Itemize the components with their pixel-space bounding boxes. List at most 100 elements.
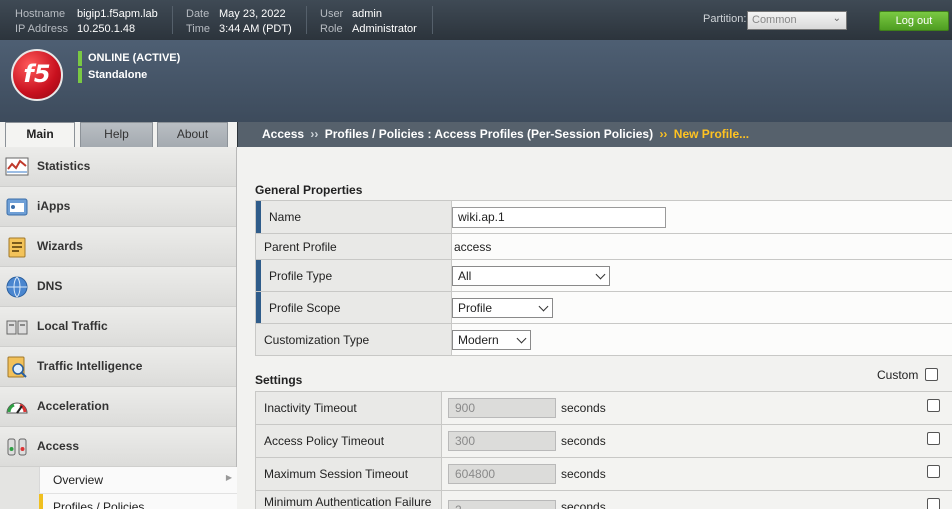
profile-scope-label: Profile Scope (256, 292, 452, 323)
sidebar-item-label: Acceleration (37, 399, 110, 413)
access-policy-timeout-label: Access Policy Timeout (256, 425, 442, 457)
sidebar-item-label: Wizards (37, 239, 83, 253)
inactivity-timeout-custom-checkbox[interactable] (927, 399, 940, 412)
row-access-policy-timeout: Access Policy Timeout 300 seconds (256, 425, 952, 458)
unit-label: seconds (561, 467, 606, 481)
iapps-icon (6, 198, 28, 216)
main-tabs: Main Help About (0, 122, 237, 149)
access-policy-timeout-input[interactable]: 300 (448, 431, 556, 451)
customization-type-value: Modern (458, 332, 499, 347)
sidebar-item-iapps[interactable]: iApps (0, 187, 236, 227)
chevron-down-icon (516, 333, 527, 343)
host-info: Hostname bigip1.f5apm.lab IP Address 10.25… (15, 7, 158, 37)
maximum-session-timeout-label: Maximum Session Timeout (256, 458, 442, 490)
parent-profile-label: Parent Profile (256, 234, 452, 259)
settings-table: Inactivity Timeout 900 seconds Access Po… (255, 391, 952, 509)
breadcrumb-separator: ›› (659, 127, 668, 141)
customization-type-label: Customization Type (256, 324, 452, 355)
subnav-overview[interactable]: Overview ▶ (39, 467, 237, 494)
customization-type-cell: Modern (452, 324, 952, 355)
top-bar: Hostname bigip1.f5apm.lab IP Address 10.25… (0, 0, 952, 40)
row-maximum-session-timeout: Maximum Session Timeout 604800 seconds (256, 458, 952, 491)
logout-button[interactable]: Log out (879, 11, 949, 31)
minimum-auth-failure-label: Minimum Authentication Failure (256, 491, 442, 509)
topbar-divider (432, 6, 433, 34)
general-properties-title: General Properties (255, 183, 363, 197)
partition-value: Common (752, 14, 797, 26)
row-profile-type: Profile Type All (256, 260, 952, 292)
status-online: ONLINE (ACTIVE) (78, 51, 180, 66)
custom-all-checkbox[interactable] (925, 368, 938, 381)
profile-scope-value: Profile (458, 300, 493, 315)
name-input[interactable]: wiki.ap.1 (452, 206, 666, 228)
statistics-icon (5, 157, 29, 176)
date-value: May 23, 2022 (219, 8, 286, 20)
chevron-down-icon (595, 269, 606, 279)
topbar-divider (306, 6, 307, 34)
banner: f5 ONLINE (ACTIVE) Standalone (0, 40, 952, 122)
inactivity-timeout-input[interactable]: 900 (448, 398, 556, 418)
date-info: Date May 23, 2022 Time 3:44 AM (PDT) (186, 7, 292, 37)
breadcrumb: Access ›› Profiles / Policies : Access P… (237, 122, 952, 147)
customization-type-select[interactable]: Modern (452, 329, 531, 350)
sidebar-item-access[interactable]: Access (0, 427, 236, 467)
profile-type-select[interactable]: All (452, 265, 610, 286)
profile-scope-select[interactable]: Profile (452, 297, 553, 318)
sidebar-item-acceleration[interactable]: Acceleration (0, 387, 236, 427)
breadcrumb-profiles[interactable]: Profiles / Policies : Access Profiles (P… (325, 127, 653, 141)
sidebar-item-dns[interactable]: DNS (0, 267, 236, 307)
breadcrumb-access[interactable]: Access (262, 127, 304, 141)
sidebar-item-label: DNS (37, 279, 63, 293)
traffic-intelligence-icon (7, 356, 27, 378)
chevron-down-icon (538, 301, 549, 311)
profile-scope-cell: Profile (452, 292, 952, 323)
custom-label: Custom (877, 368, 919, 382)
profile-type-value: All (458, 268, 472, 283)
status-standalone: Standalone (78, 68, 147, 83)
maximum-session-timeout-cell: 604800 seconds (442, 458, 952, 490)
maximum-session-timeout-input[interactable]: 604800 (448, 464, 556, 484)
sidebar-item-label: iApps (37, 199, 71, 213)
ip-label: IP Address (15, 23, 68, 35)
unit-label: seconds (561, 500, 606, 509)
settings-title: Settings (255, 373, 303, 387)
partition-label: Partition: (703, 13, 747, 25)
hostname-label: Hostname (15, 8, 66, 20)
access-policy-timeout-custom-checkbox[interactable] (927, 432, 940, 445)
sidebar-item-statistics[interactable]: Statistics (0, 147, 236, 187)
sidebar-item-traffic-intelligence[interactable]: Traffic Intelligence (0, 347, 236, 387)
tab-about[interactable]: About (157, 122, 228, 147)
unit-label: seconds (561, 434, 606, 448)
access-icon (7, 438, 27, 456)
tab-help[interactable]: Help (80, 122, 153, 147)
maximum-session-timeout-custom-checkbox[interactable] (927, 465, 940, 478)
profile-type-label: Profile Type (256, 260, 452, 291)
chevron-down-icon: ⌄ (832, 13, 841, 24)
row-customization-type: Customization Type Modern (256, 324, 952, 356)
sidebar-item-local-traffic[interactable]: Local Traffic (0, 307, 236, 347)
row-parent-profile: Parent Profile access (256, 234, 952, 260)
minimum-auth-failure-input[interactable]: 2 (448, 500, 556, 509)
dns-icon (6, 276, 28, 298)
subnav-label: Profiles / Policies (53, 500, 145, 509)
name-label: Name (256, 201, 452, 233)
time-value: 3:44 AM (PDT) (219, 23, 292, 35)
row-name: Name wiki.ap.1 (256, 201, 952, 234)
acceleration-icon (6, 402, 28, 414)
sidebar-item-label: Statistics (37, 159, 91, 173)
sidebar-item-label: Local Traffic (37, 319, 108, 333)
row-inactivity-timeout: Inactivity Timeout 900 seconds (256, 392, 952, 425)
subnav-profiles-policies[interactable]: Profiles / Policies (39, 494, 237, 509)
access-policy-timeout-cell: 300 seconds (442, 425, 952, 457)
profile-type-cell: All (452, 260, 952, 291)
user-value: admin (352, 8, 382, 20)
sidebar: Statistics iApps Wizards DNS Local Traff… (0, 147, 237, 509)
wizards-icon (8, 237, 26, 258)
minimum-auth-failure-custom-checkbox[interactable] (927, 498, 940, 509)
tab-main[interactable]: Main (5, 122, 75, 149)
sidebar-item-wizards[interactable]: Wizards (0, 227, 236, 267)
partition-select[interactable]: Common ⌄ (747, 11, 847, 30)
breadcrumb-current: New Profile... (673, 127, 750, 141)
hostname-value: bigip1.f5apm.lab (77, 8, 158, 20)
breadcrumb-separator: ›› (310, 127, 319, 141)
